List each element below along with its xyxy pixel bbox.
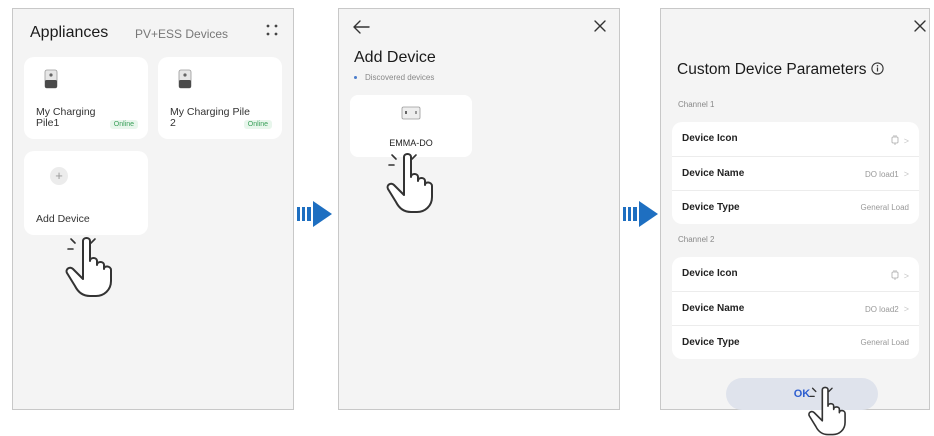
- status-badge: Online: [243, 120, 272, 129]
- row-value: >: [891, 134, 909, 146]
- back-arrow-icon[interactable]: [351, 19, 371, 35]
- channel-label: Channel 2: [678, 235, 715, 244]
- tap-hand-icon: [804, 385, 852, 436]
- page-title: Appliances: [30, 24, 109, 41]
- grid-dots-icon[interactable]: [265, 23, 279, 37]
- ok-button[interactable]: OK: [726, 378, 878, 410]
- device-icon-row[interactable]: Device Icon >: [672, 257, 919, 291]
- chevron-right-icon: >: [903, 304, 909, 314]
- add-device-screen: Add Device Discovered devices EMMA-DO: [338, 8, 620, 410]
- channel-card: Device Icon > Device Name DO load1 > Devi…: [672, 122, 919, 224]
- device-card-charging-pile-2[interactable]: My Charging Pile 2 Online: [158, 57, 282, 139]
- row-label: Device Icon: [682, 268, 738, 279]
- tap-hand-icon: [384, 151, 438, 215]
- page-title: Custom Device Parameters: [677, 61, 884, 79]
- add-device-label: Add Device: [36, 213, 90, 225]
- device-card-charging-pile-1[interactable]: My Charging Pile1 Online: [24, 57, 148, 139]
- row-value: General Load: [860, 338, 909, 347]
- row-label: Device Name: [682, 168, 745, 179]
- device-name: My Charging Pile 2: [170, 106, 250, 129]
- section-label: Discovered devices: [354, 73, 434, 82]
- plug-icon: [891, 134, 899, 146]
- flow-arrow-icon: [297, 200, 333, 228]
- channel-card: Device Icon > Device Name DO load2 > Devi…: [672, 257, 919, 359]
- row-value: General Load: [860, 203, 909, 212]
- tab-pv-ess-devices[interactable]: PV+ESS Devices: [135, 27, 228, 41]
- status-badge: Online: [109, 120, 138, 129]
- discovered-device-card[interactable]: EMMA-DO: [350, 95, 472, 157]
- row-label: Device Icon: [682, 133, 738, 144]
- charging-pile-icon: [44, 69, 58, 89]
- plus-icon: +: [50, 167, 68, 185]
- emma-device-icon: [401, 106, 421, 120]
- channel-label: Channel 1: [678, 100, 715, 109]
- row-label: Device Type: [682, 202, 740, 213]
- device-name: EMMA-DO: [389, 138, 433, 148]
- plug-icon: [891, 269, 899, 281]
- row-label: Device Name: [682, 303, 745, 314]
- close-icon[interactable]: [593, 19, 607, 33]
- chevron-right-icon: >: [903, 271, 909, 281]
- device-name: My Charging Pile1: [36, 106, 96, 129]
- appliances-screen: Appliances PV+ESS Devices My Charging Pi…: [12, 8, 294, 410]
- charging-pile-icon: [178, 69, 192, 89]
- custom-device-parameters-screen: Custom Device Parameters Channel 1 Devic…: [660, 8, 930, 436]
- row-value: DO load1 >: [864, 169, 909, 179]
- device-name-row[interactable]: Device Name DO load2 >: [672, 291, 919, 325]
- row-value: DO load2 >: [864, 304, 909, 314]
- device-type-row[interactable]: Device Type General Load: [672, 325, 919, 359]
- chevron-right-icon: >: [903, 136, 909, 146]
- chevron-right-icon: >: [903, 169, 909, 179]
- info-icon[interactable]: [870, 62, 884, 75]
- add-device-card[interactable]: + Add Device: [24, 151, 148, 235]
- tap-hand-icon: [63, 235, 117, 299]
- device-type-row[interactable]: Device Type General Load: [672, 190, 919, 224]
- flow-arrow-icon: [623, 200, 659, 228]
- page-title: Add Device: [354, 49, 436, 66]
- row-label: Device Type: [682, 337, 740, 348]
- close-icon[interactable]: [913, 19, 927, 33]
- device-icon-row[interactable]: Device Icon >: [672, 122, 919, 156]
- row-value: >: [891, 269, 909, 281]
- device-name-row[interactable]: Device Name DO load1 >: [672, 156, 919, 190]
